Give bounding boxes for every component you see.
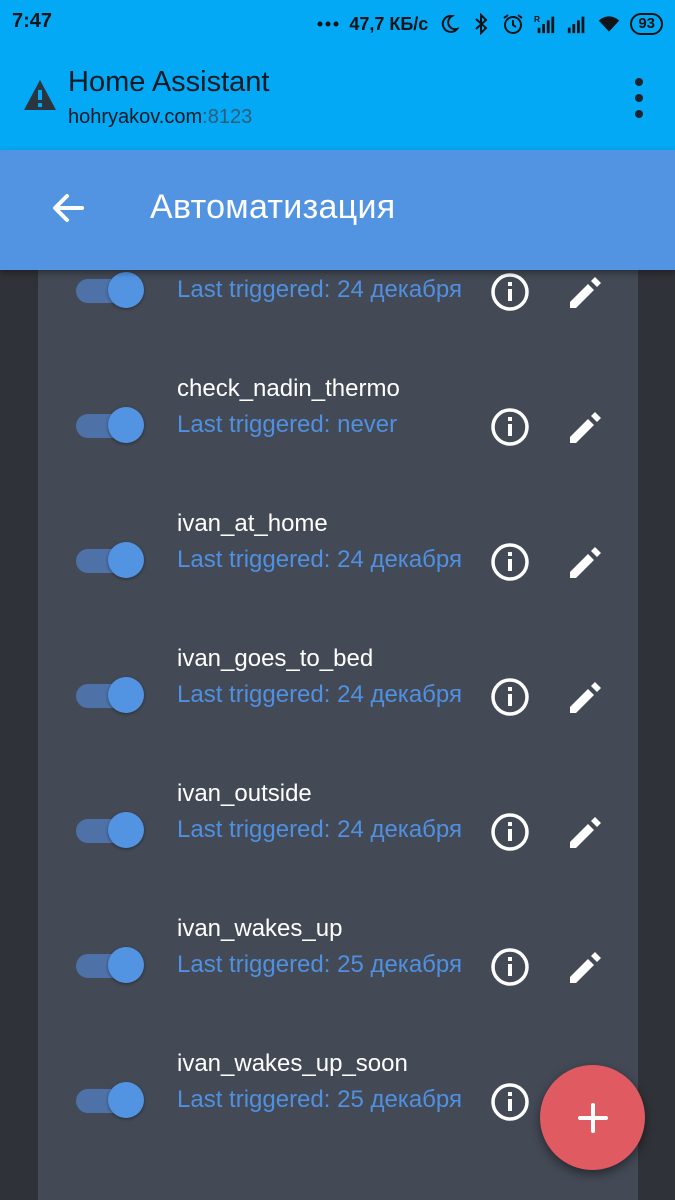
- automation-toggle[interactable]: [76, 1080, 146, 1120]
- plus-icon: [577, 1102, 608, 1133]
- automation-row: ivan_goes_to_bed Last triggered: 24 дека…: [38, 645, 638, 790]
- automation-row: ivan_at_home Last triggered: 24 декабря: [38, 510, 638, 655]
- url-host: hohryakov.com: [68, 106, 203, 128]
- info-icon[interactable]: [488, 270, 532, 314]
- back-arrow-icon[interactable]: [48, 188, 88, 228]
- automation-row: ivan_outside Last triggered: 24 декабря: [38, 780, 638, 925]
- browser-url[interactable]: hohryakov.com:8123: [68, 106, 252, 129]
- edit-pencil-icon[interactable]: [564, 810, 608, 854]
- page-title: Автоматизация: [150, 188, 396, 226]
- automation-toggle[interactable]: [76, 945, 146, 985]
- automation-name: ivan_outside: [177, 780, 312, 807]
- automation-toggle[interactable]: [76, 810, 146, 850]
- svg-text:R: R: [534, 15, 540, 24]
- automation-last-triggered: Last triggered: never: [177, 411, 398, 438]
- automation-last-triggered: Last triggered: 24 декабря: [177, 681, 462, 708]
- automation-list-container[interactable]: check_ivan_thermo Last triggered: 24 дек…: [0, 270, 675, 1200]
- warning-icon[interactable]: [22, 78, 58, 112]
- add-automation-button[interactable]: [540, 1065, 645, 1170]
- url-port: :8123: [202, 106, 253, 128]
- automation-name: ivan_wakes_up: [177, 915, 343, 942]
- battery-icon: 93: [630, 13, 663, 35]
- moon-icon: [438, 13, 460, 35]
- edit-pencil-icon[interactable]: [564, 540, 608, 584]
- dots-icon: [317, 13, 339, 35]
- automation-last-triggered: Last triggered: 25 декабря: [177, 1086, 462, 1113]
- automation-row: ivan_wakes_up Last triggered: 25 декабря: [38, 915, 638, 1060]
- wifi-icon: [598, 13, 620, 35]
- edit-pencil-icon[interactable]: [564, 675, 608, 719]
- signal-r-icon: R: [534, 13, 556, 35]
- automation-last-triggered: Last triggered: 24 декабря: [177, 546, 462, 573]
- automation-last-triggered: Last triggered: 24 декабря: [177, 816, 462, 843]
- info-icon[interactable]: [488, 810, 532, 854]
- automation-last-triggered: Last triggered: 24 декабря: [177, 276, 462, 303]
- status-icons: 47,7 КБ/с R 93: [317, 10, 663, 38]
- app-header: Автоматизация: [0, 150, 675, 270]
- edit-pencil-icon[interactable]: [564, 270, 608, 314]
- automation-toggle[interactable]: [76, 540, 146, 580]
- net-speed: 47,7 КБ/с: [349, 13, 429, 34]
- automation-name: check_nadin_thermo: [177, 375, 400, 402]
- edit-pencil-icon[interactable]: [564, 945, 608, 989]
- status-time: 7:47: [12, 10, 53, 32]
- automation-toggle[interactable]: [76, 675, 146, 715]
- more-options-icon[interactable]: [633, 78, 645, 118]
- automation-card: check_ivan_thermo Last triggered: 24 дек…: [38, 270, 638, 1200]
- status-bar: 7:47 47,7 КБ/с R 93: [0, 0, 675, 48]
- signal-icon: [566, 13, 588, 35]
- info-icon[interactable]: [488, 675, 532, 719]
- automation-toggle[interactable]: [76, 270, 146, 310]
- alarm-icon: [502, 13, 524, 35]
- automation-name: ivan_at_home: [177, 510, 328, 537]
- edit-pencil-icon[interactable]: [564, 405, 608, 449]
- info-icon[interactable]: [488, 945, 532, 989]
- automation-row: check_nadin_thermo Last triggered: never: [38, 375, 638, 520]
- info-icon[interactable]: [488, 540, 532, 584]
- info-icon[interactable]: [488, 405, 532, 449]
- browser-bar: Home Assistant hohryakov.com:8123: [0, 48, 675, 150]
- info-icon[interactable]: [488, 1080, 532, 1124]
- automation-toggle[interactable]: [76, 405, 146, 445]
- automation-name: ivan_goes_to_bed: [177, 645, 374, 672]
- bluetooth-icon: [470, 13, 492, 35]
- browser-page-title: Home Assistant: [68, 66, 270, 98]
- automation-name: ivan_wakes_up_soon: [177, 1050, 408, 1077]
- automation-last-triggered: Last triggered: 25 декабря: [177, 951, 462, 978]
- automation-row: check_ivan_thermo Last triggered: 24 дек…: [38, 270, 638, 385]
